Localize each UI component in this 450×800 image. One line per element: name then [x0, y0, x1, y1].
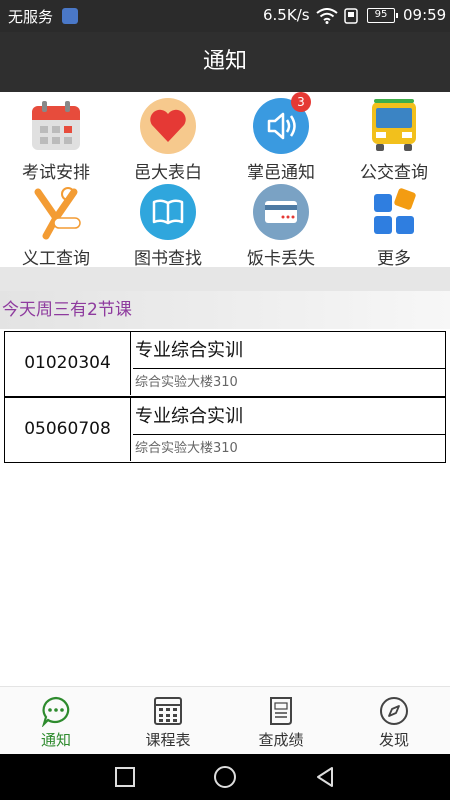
heart-icon — [140, 98, 196, 154]
grid-item-lost-card[interactable]: 饭卡丢失 — [225, 180, 337, 269]
bus-icon — [372, 99, 416, 151]
status-bar: 无服务 6.5K/s 95 09:59 — [0, 0, 450, 32]
wifi-icon — [316, 8, 338, 24]
grid-item-label: 更多 — [377, 249, 411, 269]
home-icon[interactable] — [213, 765, 237, 789]
volunteer-icon — [34, 187, 81, 240]
tab-label: 查成绩 — [258, 731, 304, 749]
bottom-tab-bar: 通知 课程表 查成绩 发现 — [0, 686, 450, 754]
course-room: 综合实验大楼310 — [135, 441, 238, 456]
phone-icon — [344, 8, 358, 24]
grid-item-label: 饭卡丢失 — [247, 249, 315, 269]
tab-notices[interactable]: 通知 — [0, 687, 112, 755]
tab-schedule[interactable]: 课程表 — [112, 687, 224, 755]
course-name: 专业综合实训 — [133, 398, 445, 435]
recents-icon[interactable] — [113, 765, 137, 789]
course-name: 专业综合实训 — [133, 332, 445, 369]
grid-item-more[interactable]: 更多 — [338, 180, 450, 269]
page-title: 通知 — [0, 32, 450, 92]
battery-indicator: 95 — [367, 8, 398, 23]
grid-item-exam-schedule[interactable]: 考试安排 — [0, 94, 112, 183]
clock: 09:59 — [403, 6, 447, 24]
card-icon — [253, 184, 309, 240]
grid-item-volunteer[interactable]: 义工查询 — [0, 180, 112, 269]
notification-badge: 3 — [291, 92, 311, 112]
tab-label: 课程表 — [145, 731, 191, 749]
back-icon[interactable] — [313, 765, 337, 789]
calendar-icon — [32, 101, 80, 150]
compass-icon — [380, 697, 408, 725]
system-navigation-bar — [0, 754, 450, 800]
course-card[interactable]: 01020304 专业综合实训 综合实验大楼310 — [4, 331, 446, 397]
book-icon — [140, 184, 196, 240]
grid-item-bus[interactable]: 公交查询 — [338, 94, 450, 183]
tab-label: 发现 — [378, 731, 409, 749]
grid-item-label: 义工查询 — [22, 249, 90, 269]
tab-label: 通知 — [40, 731, 71, 749]
course-room: 综合实验大楼310 — [135, 375, 238, 390]
grid-item-library[interactable]: 图书查找 — [112, 180, 224, 269]
grid-item-confession[interactable]: 邑大表白 — [112, 94, 224, 183]
network-speed: 6.5K/s — [263, 6, 310, 24]
carrier-text: 无服务 — [8, 8, 54, 26]
course-periods: 05060708 — [5, 398, 131, 461]
grid-item-label: 图书查找 — [134, 249, 202, 269]
course-periods: 01020304 — [5, 332, 131, 395]
schedule-icon — [154, 697, 182, 725]
feature-grid: 考试安排 邑大表白 3 掌邑通知 公交查询 义工查询 图书查找 饭卡丢失 更多 — [0, 92, 450, 269]
course-card[interactable]: 05060708 专业综合实训 综合实验大楼310 — [4, 397, 446, 463]
tab-grades[interactable]: 查成绩 — [225, 687, 337, 755]
chat-bubble-icon — [41, 696, 70, 727]
grid-item-notices[interactable]: 3 掌邑通知 — [225, 92, 337, 183]
tab-discover[interactable]: 发现 — [338, 687, 450, 755]
more-icon — [374, 188, 416, 234]
section-divider — [0, 267, 450, 291]
sim-icon — [62, 8, 78, 24]
score-sheet-icon — [270, 697, 292, 725]
today-summary: 今天周三有2节课 — [0, 291, 450, 329]
